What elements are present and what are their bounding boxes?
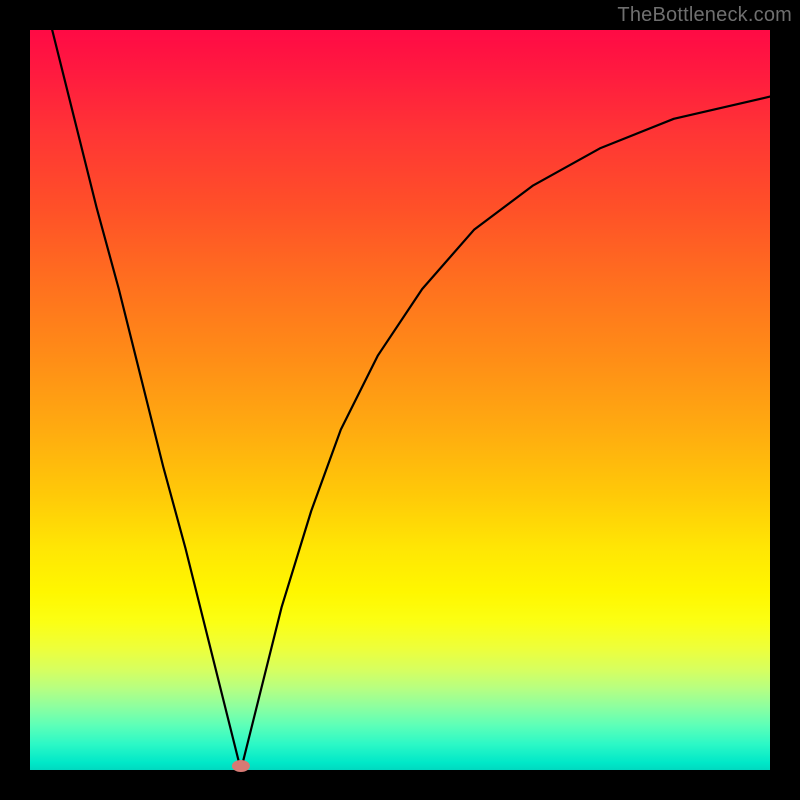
chart-frame: TheBottleneck.com [0,0,800,800]
plot-area [30,30,770,770]
minimum-marker [232,760,250,772]
chart-svg [30,30,770,770]
curve-right-branch [241,97,770,770]
watermark-text: TheBottleneck.com [617,4,792,27]
curve-left-branch [52,30,241,770]
